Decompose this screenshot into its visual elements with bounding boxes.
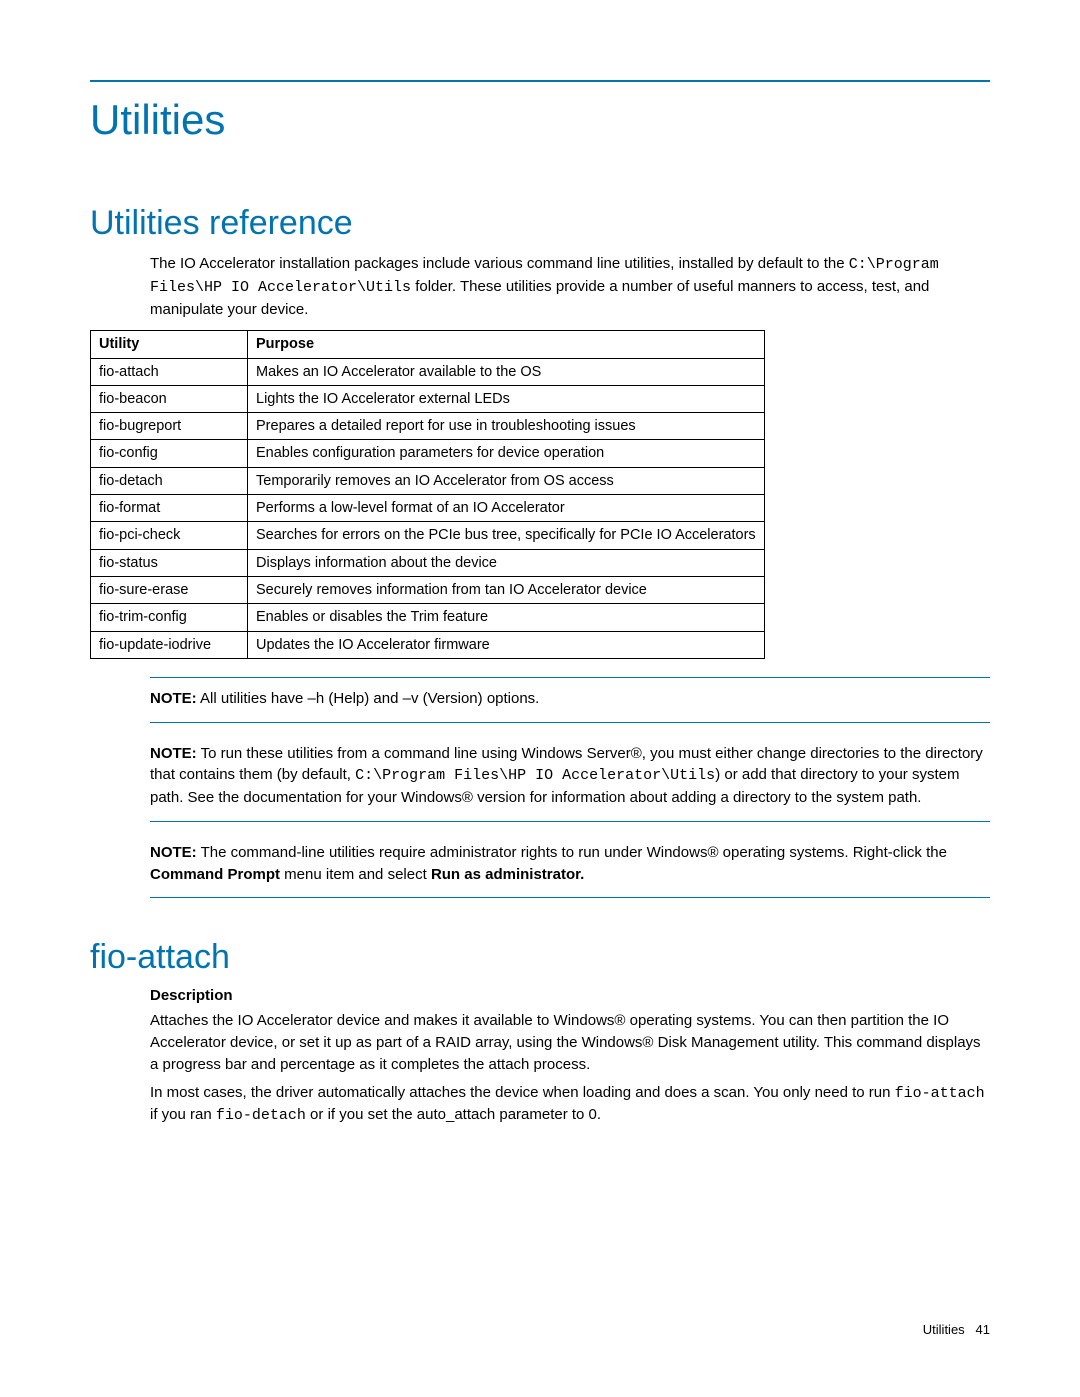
cell-purpose: Enables configuration parameters for dev…	[248, 440, 765, 467]
table-row: fio-formatPerforms a low-level format of…	[91, 495, 765, 522]
table-row: fio-detachTemporarily removes an IO Acce…	[91, 467, 765, 494]
cell-purpose: Makes an IO Accelerator available to the…	[248, 358, 765, 385]
table-row: fio-update-iodriveUpdates the IO Acceler…	[91, 631, 765, 658]
note-text: All utilities have –h (Help) and –v (Ver…	[197, 690, 540, 707]
utilities-table-body: fio-attachMakes an IO Accelerator availa…	[91, 358, 765, 658]
note-code-path: C:\Program Files\HP IO Accelerator\Utils	[355, 767, 715, 784]
table-row: fio-bugreportPrepares a detailed report …	[91, 413, 765, 440]
table-row: fio-sure-eraseSecurely removes informati…	[91, 576, 765, 603]
note-label: NOTE:	[150, 745, 197, 762]
cell-utility: fio-trim-config	[91, 604, 248, 631]
utilities-table: Utility Purpose fio-attachMakes an IO Ac…	[90, 330, 765, 659]
note-block-1: NOTE: All utilities have –h (Help) and –…	[150, 677, 990, 723]
cell-purpose: Performs a low-level format of an IO Acc…	[248, 495, 765, 522]
note-label: NOTE:	[150, 844, 197, 861]
cell-purpose: Enables or disables the Trim feature	[248, 604, 765, 631]
note-text-pre: The command-line utilities require admin…	[197, 844, 947, 861]
table-row: fio-beaconLights the IO Accelerator exte…	[91, 385, 765, 412]
cell-utility: fio-config	[91, 440, 248, 467]
cell-purpose: Lights the IO Accelerator external LEDs	[248, 385, 765, 412]
subhead-description: Description	[150, 987, 990, 1004]
cell-utility: fio-update-iodrive	[91, 631, 248, 658]
note-block-2: NOTE: To run these utilities from a comm…	[150, 731, 990, 822]
cell-utility: fio-attach	[91, 358, 248, 385]
col-header-purpose: Purpose	[248, 331, 765, 358]
note-bold-2: Run as administrator.	[431, 866, 584, 883]
description-paragraph-2: In most cases, the driver automatically …	[150, 1082, 990, 1128]
cell-utility: fio-bugreport	[91, 413, 248, 440]
document-page: Utilities Utilities reference The IO Acc…	[0, 0, 1080, 1397]
para2-pre: In most cases, the driver automatically …	[150, 1084, 895, 1101]
cell-purpose: Temporarily removes an IO Accelerator fr…	[248, 467, 765, 494]
cell-purpose: Prepares a detailed report for use in tr…	[248, 413, 765, 440]
page-footer: Utilities 41	[923, 1322, 990, 1337]
table-row: fio-configEnables configuration paramete…	[91, 440, 765, 467]
footer-page-number: 41	[976, 1322, 990, 1337]
table-row: fio-trim-configEnables or disables the T…	[91, 604, 765, 631]
intro-text-pre: The IO Accelerator installation packages…	[150, 255, 849, 272]
footer-section: Utilities	[923, 1322, 965, 1337]
cell-utility: fio-format	[91, 495, 248, 522]
table-header-row: Utility Purpose	[91, 331, 765, 358]
note-block-3: NOTE: The command-line utilities require…	[150, 830, 990, 899]
cell-purpose: Searches for errors on the PCIe bus tree…	[248, 522, 765, 549]
cell-purpose: Displays information about the device	[248, 549, 765, 576]
cell-utility: fio-detach	[91, 467, 248, 494]
cell-utility: fio-beacon	[91, 385, 248, 412]
description-paragraph-1: Attaches the IO Accelerator device and m…	[150, 1010, 990, 1075]
para2-mid: if you ran	[150, 1106, 216, 1123]
table-row: fio-pci-checkSearches for errors on the …	[91, 522, 765, 549]
table-row: fio-attachMakes an IO Accelerator availa…	[91, 358, 765, 385]
note-text-mid: menu item and select	[280, 866, 431, 883]
col-header-utility: Utility	[91, 331, 248, 358]
cell-purpose: Updates the IO Accelerator firmware	[248, 631, 765, 658]
cell-utility: fio-sure-erase	[91, 576, 248, 603]
cell-purpose: Securely removes information from tan IO…	[248, 576, 765, 603]
note-bold-1: Command Prompt	[150, 866, 280, 883]
top-rule	[90, 80, 990, 82]
section-heading-fio-attach: fio-attach	[90, 938, 990, 977]
intro-paragraph: The IO Accelerator installation packages…	[150, 253, 990, 320]
para2-code-1: fio-attach	[895, 1085, 985, 1102]
note-label: NOTE:	[150, 690, 197, 707]
cell-utility: fio-status	[91, 549, 248, 576]
cell-utility: fio-pci-check	[91, 522, 248, 549]
para2-post: or if you set the auto_attach parameter …	[306, 1106, 601, 1123]
para2-code-2: fio-detach	[216, 1107, 306, 1124]
section-heading-utilities-reference: Utilities reference	[90, 204, 990, 243]
table-row: fio-statusDisplays information about the…	[91, 549, 765, 576]
page-title: Utilities	[90, 96, 990, 144]
